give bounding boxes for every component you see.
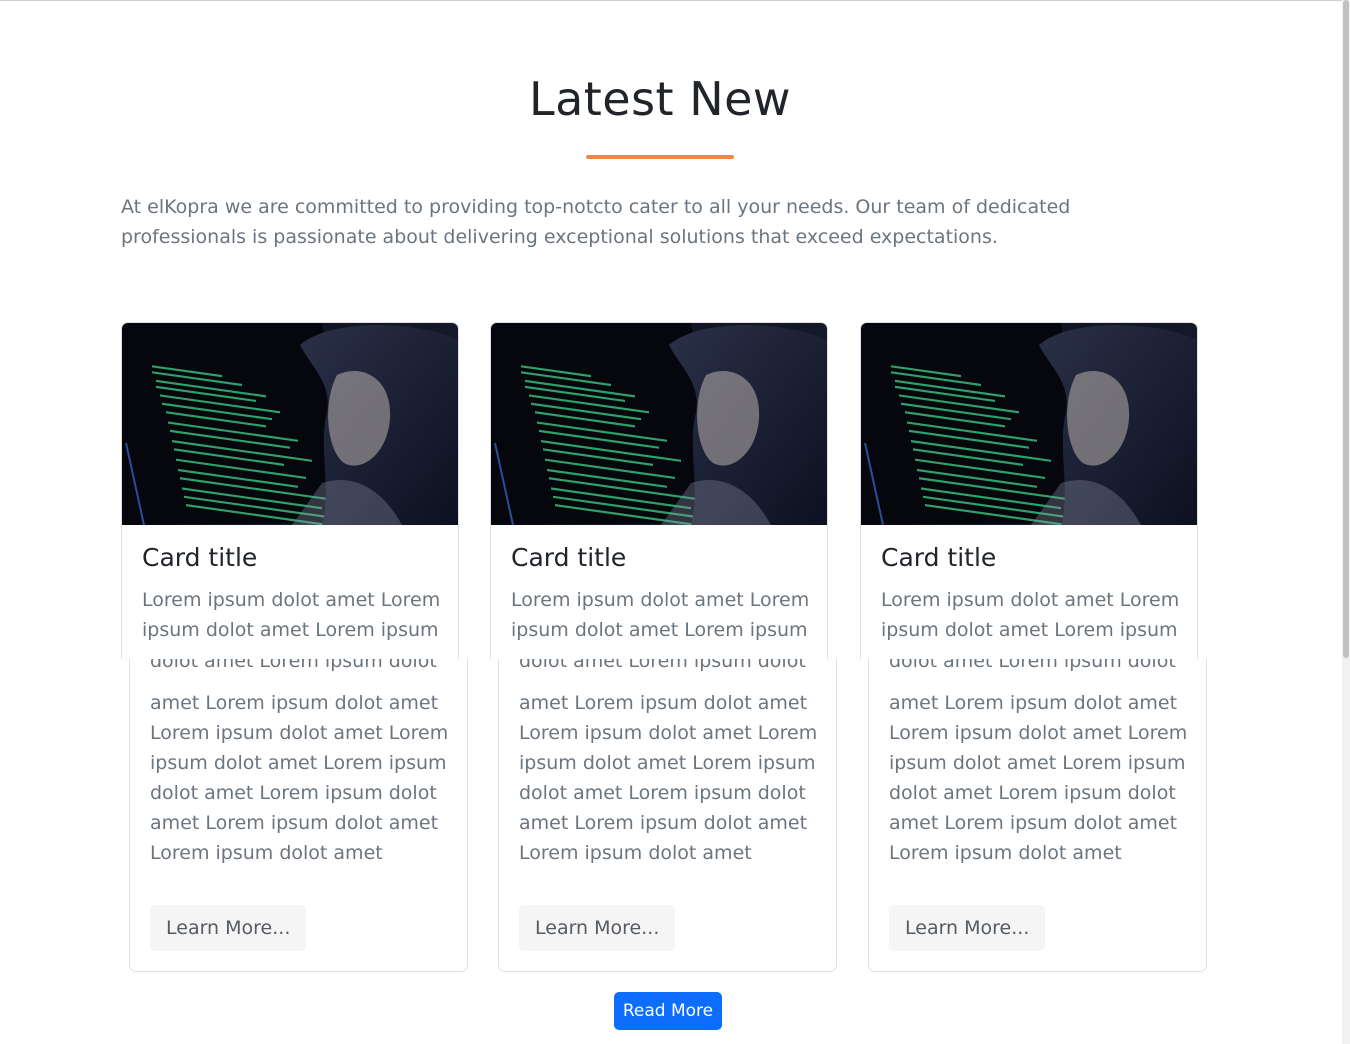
section-title: Latest New [528, 72, 792, 126]
card-continuation: dolot amet Lorem ipsum dolot amet Lorem … [129, 659, 468, 972]
read-more-button[interactable]: Read More [614, 992, 722, 1030]
card-text-clipped: dolot amet Lorem ipsum dolot [889, 659, 1176, 672]
card-text-clipped: dolot amet Lorem ipsum dolot [150, 659, 437, 672]
card-image [122, 323, 458, 526]
card-text: amet Lorem ipsum dolot amet Lorem ipsum … [889, 692, 1188, 864]
card-image [491, 323, 827, 526]
card-image [861, 323, 1197, 526]
card-continuation: dolot amet Lorem ipsum dolot amet Lorem … [868, 659, 1207, 972]
section-intro: At elKopra we are committed to providing… [121, 196, 1071, 248]
card-text: Lorem ipsum dolot amet Lorem ipsum dolot… [511, 589, 810, 641]
card: Card title Lorem ipsum dolot amet Lorem … [121, 322, 459, 659]
card-text-clipped: dolot amet Lorem ipsum dolot [519, 659, 806, 672]
card-text: Lorem ipsum dolot amet Lorem ipsum dolot… [881, 589, 1180, 641]
top-border [0, 0, 1342, 1]
card-text: amet Lorem ipsum dolot amet Lorem ipsum … [150, 692, 449, 864]
learn-more-button[interactable]: Learn More... [889, 905, 1046, 951]
scrollbar[interactable] [1342, 0, 1350, 1044]
scrollbar-thumb[interactable] [1343, 0, 1349, 658]
card: Card title Lorem ipsum dolot amet Lorem … [860, 322, 1198, 659]
title-underline [586, 155, 734, 159]
card: Card title Lorem ipsum dolot amet Lorem … [490, 322, 828, 659]
card-text: Lorem ipsum dolot amet Lorem ipsum dolot… [142, 589, 441, 641]
learn-more-button[interactable]: Learn More... [519, 905, 676, 951]
card-title: Card title [511, 543, 627, 572]
card-title: Card title [881, 543, 997, 572]
learn-more-button[interactable]: Learn More... [150, 905, 307, 951]
card-text: amet Lorem ipsum dolot amet Lorem ipsum … [519, 692, 818, 864]
card-continuation: dolot amet Lorem ipsum dolot amet Lorem … [498, 659, 837, 972]
card-title: Card title [142, 543, 258, 572]
